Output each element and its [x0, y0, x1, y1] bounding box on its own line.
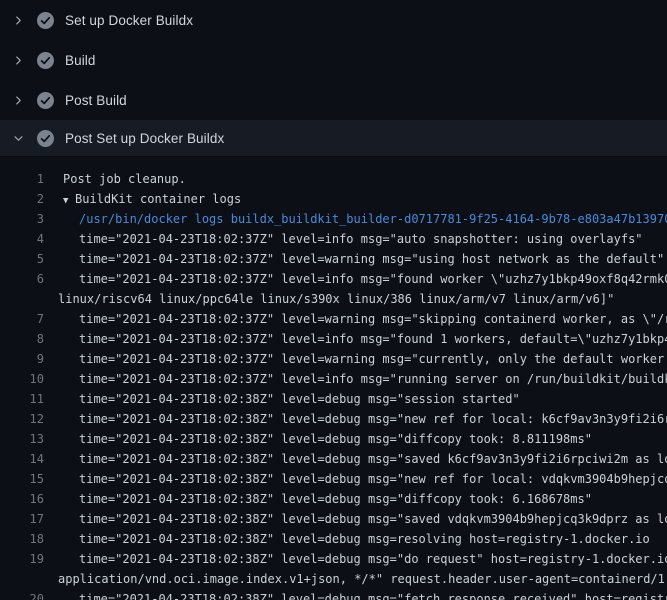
- line-number[interactable]: 10: [0, 369, 44, 389]
- log-row: 20time="2021-04-23T18:02:38Z" level=debu…: [0, 589, 667, 600]
- log-line-text: time="2021-04-23T18:02:38Z" level=debug …: [44, 449, 667, 469]
- line-number[interactable]: 18: [0, 529, 44, 549]
- log-row: 14time="2021-04-23T18:02:38Z" level=debu…: [0, 449, 667, 469]
- line-number[interactable]: 17: [0, 509, 44, 529]
- log-line-text: time="2021-04-23T18:02:38Z" level=debug …: [44, 389, 520, 409]
- log-line-text: time="2021-04-23T18:02:38Z" level=debug …: [44, 529, 650, 549]
- log-row: application/vnd.oci.image.index.v1+json,…: [0, 569, 667, 589]
- log-line-text: time="2021-04-23T18:02:38Z" level=debug …: [44, 409, 667, 429]
- log-panel: 1Post job cleanup.2▼BuildKit container l…: [0, 157, 667, 600]
- line-number[interactable]: 15: [0, 469, 44, 489]
- log-line-text: Post job cleanup.: [44, 169, 186, 189]
- line-number[interactable]: 14: [0, 449, 44, 469]
- line-number[interactable]: 3: [0, 209, 44, 229]
- line-number[interactable]: 16: [0, 489, 44, 509]
- line-number: [0, 289, 44, 309]
- check-circle-icon: [37, 92, 54, 109]
- step-row-set-up-docker-buildx[interactable]: Set up Docker Buildx: [0, 0, 667, 40]
- log-row: 3/usr/bin/docker logs buildx_buildkit_bu…: [0, 209, 667, 229]
- chevron-right-icon[interactable]: [13, 15, 24, 26]
- chevron-right-icon[interactable]: [13, 55, 24, 66]
- triangle-down-icon: ▼: [63, 191, 75, 209]
- line-number[interactable]: 11: [0, 389, 44, 409]
- log-row: 11time="2021-04-23T18:02:38Z" level=debu…: [0, 389, 667, 409]
- log-line-text: application/vnd.oci.image.index.v1+json,…: [44, 569, 667, 589]
- log-row: 13time="2021-04-23T18:02:38Z" level=debu…: [0, 429, 667, 449]
- log-line-text: time="2021-04-23T18:02:37Z" level=warnin…: [44, 309, 667, 329]
- log-row: 6time="2021-04-23T18:02:37Z" level=info …: [0, 269, 667, 289]
- log-group-toggle[interactable]: ▼BuildKit container logs: [44, 189, 241, 209]
- log-row: 19time="2021-04-23T18:02:38Z" level=debu…: [0, 549, 667, 569]
- line-number[interactable]: 13: [0, 429, 44, 449]
- log-row: 1Post job cleanup.: [0, 169, 667, 189]
- log-row: 5time="2021-04-23T18:02:37Z" level=warni…: [0, 249, 667, 269]
- log-command-text: /usr/bin/docker logs buildx_buildkit_bui…: [44, 209, 667, 229]
- steps-list: Set up Docker Buildx Build Post Build Post …: [0, 0, 667, 157]
- log-line-text: time="2021-04-23T18:02:38Z" level=debug …: [44, 589, 667, 600]
- step-label: Set up Docker Buildx: [65, 13, 193, 28]
- check-circle-icon: [37, 52, 54, 69]
- log-line-text: time="2021-04-23T18:02:37Z" level=info m…: [44, 329, 667, 349]
- step-row-post-set-up-docker-buildx[interactable]: Post Set up Docker Buildx: [0, 120, 667, 157]
- log-line-text: time="2021-04-23T18:02:38Z" level=debug …: [44, 489, 592, 509]
- step-row-post-build[interactable]: Post Build: [0, 80, 667, 120]
- line-number[interactable]: 8: [0, 329, 44, 349]
- line-number[interactable]: 6: [0, 269, 44, 289]
- log-group-label: BuildKit container logs: [75, 192, 241, 206]
- log-row: 10time="2021-04-23T18:02:37Z" level=info…: [0, 369, 667, 389]
- log-line-text: time="2021-04-23T18:02:37Z" level=warnin…: [44, 349, 667, 369]
- line-number[interactable]: 12: [0, 409, 44, 429]
- line-number[interactable]: 19: [0, 549, 44, 569]
- log-row: 18time="2021-04-23T18:02:38Z" level=debu…: [0, 529, 667, 549]
- line-number[interactable]: 2: [0, 189, 44, 209]
- check-circle-icon: [37, 130, 54, 147]
- log-line-text: time="2021-04-23T18:02:38Z" level=debug …: [44, 469, 667, 489]
- log-row: 16time="2021-04-23T18:02:38Z" level=debu…: [0, 489, 667, 509]
- check-circle-icon: [37, 12, 54, 29]
- log-row: 17time="2021-04-23T18:02:38Z" level=debu…: [0, 509, 667, 529]
- line-number[interactable]: 7: [0, 309, 44, 329]
- step-label: Post Build: [65, 93, 127, 108]
- log-row: 2▼BuildKit container logs: [0, 189, 667, 209]
- log-row: 9time="2021-04-23T18:02:37Z" level=warni…: [0, 349, 667, 369]
- log-line-text: time="2021-04-23T18:02:38Z" level=debug …: [44, 429, 592, 449]
- log-line-text: time="2021-04-23T18:02:38Z" level=debug …: [44, 509, 667, 529]
- step-row-build[interactable]: Build: [0, 40, 667, 80]
- log-row: 8time="2021-04-23T18:02:37Z" level=info …: [0, 329, 667, 349]
- line-number[interactable]: 4: [0, 229, 44, 249]
- log-line-text: time="2021-04-23T18:02:37Z" level=info m…: [44, 229, 643, 249]
- chevron-down-icon[interactable]: [13, 133, 24, 144]
- log-line-text: time="2021-04-23T18:02:37Z" level=warnin…: [44, 249, 664, 269]
- log-row: 4time="2021-04-23T18:02:37Z" level=info …: [0, 229, 667, 249]
- step-label: Build: [65, 53, 96, 68]
- log-line-text: time="2021-04-23T18:02:38Z" level=debug …: [44, 549, 667, 569]
- log-line-text: linux/riscv64 linux/ppc64le linux/s390x …: [44, 289, 614, 309]
- line-number[interactable]: 5: [0, 249, 44, 269]
- log-row: 15time="2021-04-23T18:02:38Z" level=debu…: [0, 469, 667, 489]
- workflow-log-viewer: Set up Docker Buildx Build Post Build Post …: [0, 0, 667, 600]
- step-label: Post Set up Docker Buildx: [65, 131, 224, 146]
- log-row: linux/riscv64 linux/ppc64le linux/s390x …: [0, 289, 667, 309]
- log-row: 7time="2021-04-23T18:02:37Z" level=warni…: [0, 309, 667, 329]
- log-row: 12time="2021-04-23T18:02:38Z" level=debu…: [0, 409, 667, 429]
- line-number[interactable]: 9: [0, 349, 44, 369]
- log-line-text: time="2021-04-23T18:02:37Z" level=info m…: [44, 269, 667, 289]
- line-number: [0, 569, 44, 589]
- line-number[interactable]: 20: [0, 589, 44, 600]
- line-number[interactable]: 1: [0, 169, 44, 189]
- chevron-right-icon[interactable]: [13, 95, 24, 106]
- log-line-text: time="2021-04-23T18:02:37Z" level=info m…: [44, 369, 667, 389]
